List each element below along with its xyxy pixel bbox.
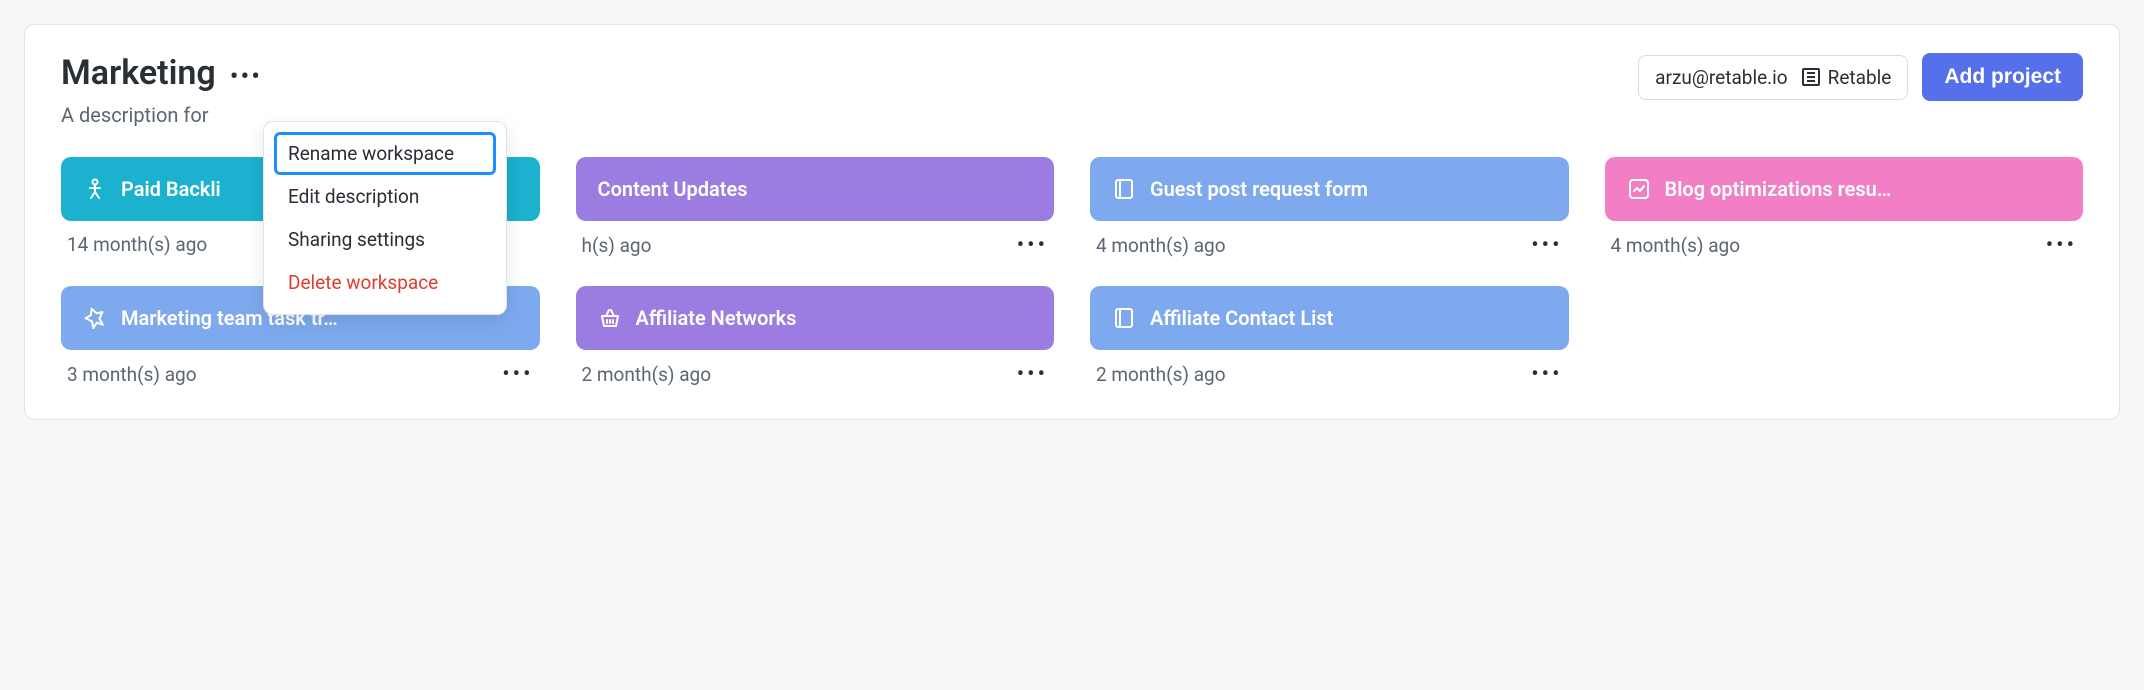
project-card[interactable]: Content Updates bbox=[576, 157, 1055, 221]
user-org-selector[interactable]: arzu@retable.io Retable bbox=[1638, 55, 1908, 100]
workspace-title: Marketing bbox=[61, 53, 216, 93]
menu-item[interactable]: Sharing settings bbox=[274, 218, 496, 261]
project-card[interactable]: Guest post request form bbox=[1090, 157, 1569, 221]
project-menu-trigger-icon[interactable]: ••• bbox=[1531, 233, 1562, 258]
project-name: Affiliate Networks bbox=[636, 306, 797, 330]
org-segment: Retable bbox=[1802, 66, 1892, 89]
project-menu-trigger-icon[interactable]: ••• bbox=[1017, 362, 1048, 387]
project-timestamp: 2 month(s) ago bbox=[582, 363, 712, 386]
title-line: Marketing ••• bbox=[61, 53, 262, 93]
workspace-description: A description for bbox=[61, 103, 262, 127]
project-meta: 3 month(s) ago ••• bbox=[61, 362, 540, 387]
org-name: Retable bbox=[1828, 66, 1892, 89]
workspace-panel: Marketing ••• A description for arzu@ret… bbox=[24, 24, 2120, 420]
menu-item[interactable]: Delete workspace bbox=[274, 261, 496, 304]
project-meta: 4 month(s) ago ••• bbox=[1605, 233, 2084, 258]
menu-item[interactable]: Rename workspace bbox=[274, 132, 496, 175]
add-project-button[interactable]: Add project bbox=[1922, 53, 2083, 101]
project-meta: 2 month(s) ago ••• bbox=[1090, 362, 1569, 387]
person-icon bbox=[83, 177, 107, 201]
project-meta: 2 month(s) ago ••• bbox=[576, 362, 1055, 387]
title-block: Marketing ••• A description for bbox=[61, 53, 262, 127]
chart-icon bbox=[1627, 177, 1651, 201]
project-meta: h(s) ago ••• bbox=[576, 233, 1055, 258]
project: Guest post request form 4 month(s) ago ••• bbox=[1090, 157, 1569, 258]
tag-icon bbox=[83, 306, 107, 330]
project-card[interactable]: Affiliate Networks bbox=[576, 286, 1055, 350]
project-menu-trigger-icon[interactable]: ••• bbox=[1531, 362, 1562, 387]
project-meta: 4 month(s) ago ••• bbox=[1090, 233, 1569, 258]
workspace-context-menu: Rename workspaceEdit descriptionSharing … bbox=[263, 121, 507, 315]
user-email: arzu@retable.io bbox=[1655, 66, 1787, 89]
project-timestamp: 2 month(s) ago bbox=[1096, 363, 1226, 386]
project-timestamp: 4 month(s) ago bbox=[1096, 234, 1226, 257]
project-name: Content Updates bbox=[598, 177, 748, 201]
book-icon bbox=[1112, 306, 1136, 330]
workspace-menu-trigger-icon[interactable]: ••• bbox=[230, 64, 262, 90]
project-menu-trigger-icon[interactable]: ••• bbox=[2046, 233, 2077, 258]
project: Blog optimizations resu… 4 month(s) ago ••… bbox=[1605, 157, 2084, 258]
project-card[interactable]: Affiliate Contact List bbox=[1090, 286, 1569, 350]
project-timestamp: h(s) ago bbox=[582, 234, 652, 257]
project-name: Blog optimizations resu… bbox=[1665, 177, 1892, 201]
project-card[interactable]: Blog optimizations resu… bbox=[1605, 157, 2084, 221]
project-menu-trigger-icon[interactable]: ••• bbox=[502, 362, 533, 387]
project: Affiliate Networks 2 month(s) ago ••• bbox=[576, 286, 1055, 387]
menu-item[interactable]: Edit description bbox=[274, 175, 496, 218]
project-menu-trigger-icon[interactable]: ••• bbox=[1017, 233, 1048, 258]
building-icon bbox=[1802, 68, 1820, 86]
top-row: Marketing ••• A description for arzu@ret… bbox=[61, 53, 2083, 127]
project-timestamp: 4 month(s) ago bbox=[1611, 234, 1741, 257]
top-actions: arzu@retable.io Retable Add project bbox=[1638, 53, 2083, 101]
project: Content Updates h(s) ago ••• bbox=[576, 157, 1055, 258]
project-timestamp: 3 month(s) ago bbox=[67, 363, 197, 386]
project-name: Paid Backli bbox=[121, 177, 221, 201]
book-icon bbox=[1112, 177, 1136, 201]
project: Affiliate Contact List 2 month(s) ago ••• bbox=[1090, 286, 1569, 387]
basket-icon bbox=[598, 306, 622, 330]
project-name: Affiliate Contact List bbox=[1150, 306, 1333, 330]
project-name: Guest post request form bbox=[1150, 177, 1368, 201]
project-timestamp: 14 month(s) ago bbox=[67, 233, 207, 256]
